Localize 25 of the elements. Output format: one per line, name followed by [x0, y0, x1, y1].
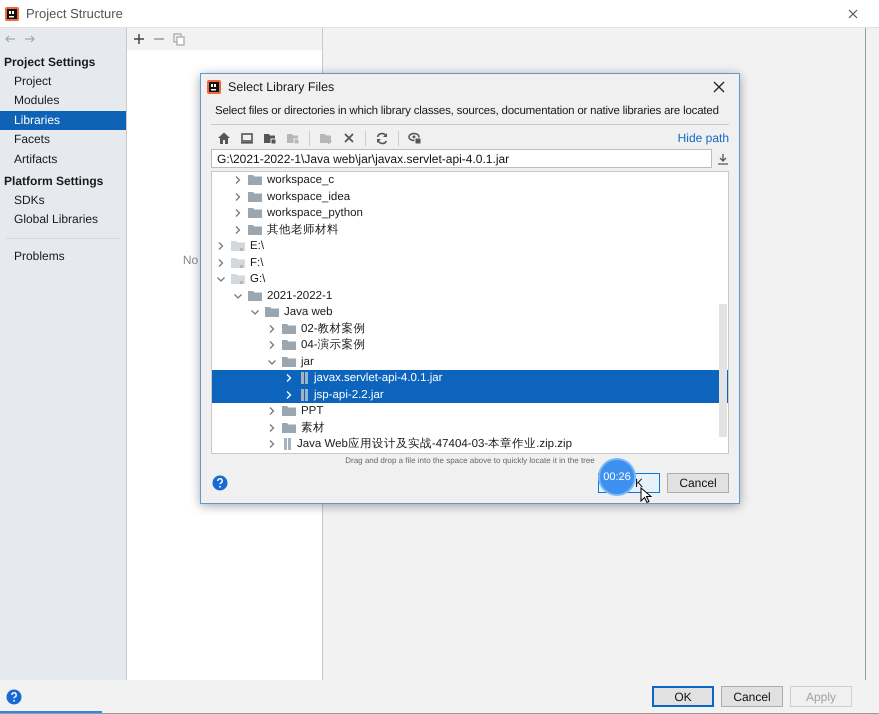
tree-item-label: 04-演示案例 — [301, 337, 366, 354]
tree-item-label: workspace_python — [267, 206, 363, 222]
tree-item-label: 素材 — [301, 420, 325, 436]
tree-item-label: jar — [301, 354, 314, 370]
tree-item-label: jsp-api-2.2.jar — [314, 388, 384, 403]
dialog-title: Select Library Files — [228, 80, 336, 94]
tree-item-label: workspace_idea — [267, 190, 350, 205]
empty-text: No — [182, 253, 198, 267]
tree-item-label: E:\ — [250, 239, 264, 254]
tree-item-label: G:\ — [250, 272, 266, 288]
hint-text: Drag and drop a file into the space above to quickly locate it in the tree — [344, 455, 596, 465]
tree-item-label: 其他老师材料 — [267, 222, 339, 238]
dialog-description: Select files or directories in which library classes, sources, documentation or native libraries are located — [214, 104, 720, 119]
window-title: Project Structure — [26, 6, 123, 21]
tree-item-label: Java Web应用设计及实战-47404-03-本章作业.zip.zip — [297, 436, 572, 452]
tree-item-label: F:\ — [250, 256, 264, 271]
timer-badge: 00:26 — [600, 460, 634, 494]
tree-item-label: javax.servlet-api-4.0.1.jar — [314, 371, 442, 386]
section-heading: Platform Settings — [3, 173, 104, 190]
section-heading: Project Settings — [3, 54, 96, 71]
tree-item-label: 2021-2022-1 — [267, 288, 332, 304]
tree-item-label: PPT — [301, 404, 324, 420]
tree-item-label: 02-教材案例 — [301, 321, 366, 337]
tree-item-label: workspace_c — [267, 173, 334, 188]
tree-item-label: Java web — [284, 305, 333, 320]
